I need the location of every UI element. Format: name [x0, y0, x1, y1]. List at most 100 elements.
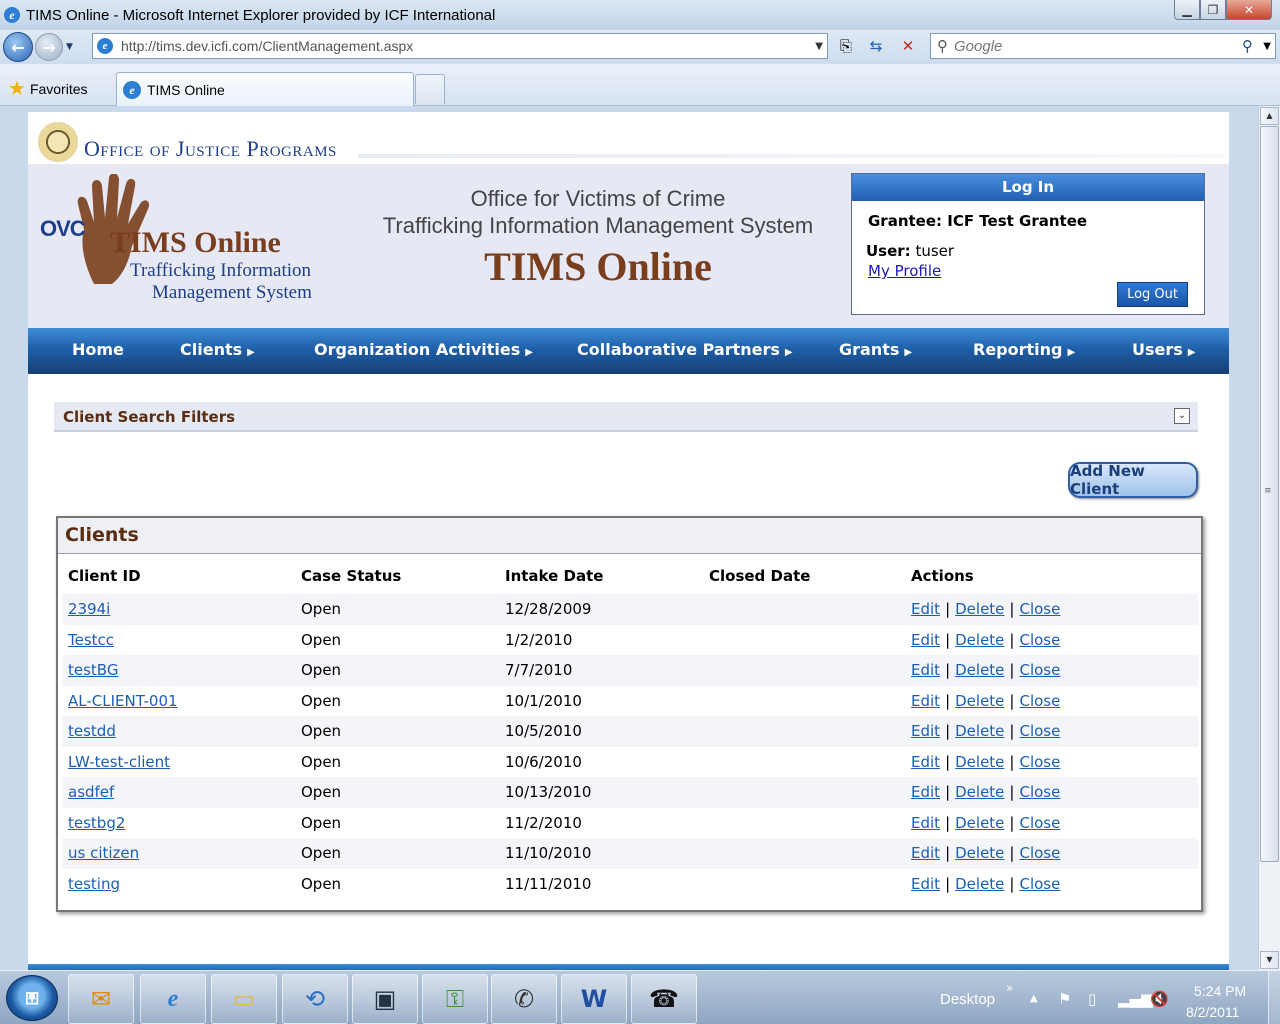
outlook-taskbar-icon[interactable]: ✉: [68, 974, 134, 1024]
history-dropdown-icon[interactable]: ▼: [66, 42, 73, 52]
client-id-link[interactable]: testBG: [68, 661, 118, 679]
edit-link[interactable]: Edit: [911, 844, 940, 862]
window-title: TIMS Online - Microsoft Internet Explore…: [26, 6, 496, 24]
edit-link[interactable]: Edit: [911, 722, 940, 740]
edit-link[interactable]: Edit: [911, 783, 940, 801]
menu-reporting[interactable]: Reporting ▶: [973, 340, 1075, 359]
word-taskbar-icon[interactable]: W: [561, 974, 627, 1024]
scroll-up-button[interactable]: ▲: [1260, 107, 1279, 125]
client-id-link[interactable]: LW-test-client: [68, 753, 170, 771]
my-profile-link[interactable]: My Profile: [868, 262, 941, 280]
show-desktop-button[interactable]: [1268, 971, 1280, 1024]
network-taskbar-icon[interactable]: ⚿: [422, 974, 488, 1024]
power-icon[interactable]: ▯: [1088, 990, 1096, 1008]
clock-date[interactable]: 8/2/2011: [1186, 1004, 1239, 1020]
edit-link[interactable]: Edit: [911, 753, 940, 771]
client-id-link[interactable]: 2394i: [68, 600, 110, 618]
delete-link[interactable]: Delete: [955, 661, 1004, 679]
clock-time[interactable]: 5:24 PM: [1194, 983, 1246, 999]
delete-link[interactable]: Delete: [955, 783, 1004, 801]
stop-icon[interactable]: ✕: [894, 33, 922, 59]
close-link[interactable]: Close: [1019, 661, 1060, 679]
menu-users[interactable]: Users ▶: [1132, 340, 1195, 359]
desktop-toolbar-label[interactable]: Desktop: [940, 991, 995, 1008]
case-status-cell: Open: [301, 874, 342, 893]
close-link[interactable]: Close: [1019, 844, 1060, 862]
file-explorer-taskbar-icon[interactable]: ▭: [211, 974, 277, 1024]
network-signal-icon[interactable]: ▂▄▆: [1118, 990, 1153, 1008]
edit-link[interactable]: Edit: [911, 600, 940, 618]
add-new-client-button[interactable]: Add New Client: [1068, 462, 1198, 498]
terminal-taskbar-icon[interactable]: ☎: [631, 974, 697, 1024]
actions-cell: Edit | Delete | Close: [905, 808, 1198, 839]
search-input[interactable]: [954, 37, 1214, 55]
action-center-flag-icon[interactable]: ⚑: [1058, 990, 1071, 1008]
close-link[interactable]: Close: [1019, 722, 1060, 740]
delete-link[interactable]: Delete: [955, 722, 1004, 740]
internet-explorer-taskbar-icon[interactable]: e: [140, 974, 206, 1024]
edit-link[interactable]: Edit: [911, 875, 940, 893]
close-link[interactable]: Close: [1019, 783, 1060, 801]
address-url[interactable]: http://tims.dev.icfi.com/ClientManagemen…: [121, 38, 413, 54]
search-icon[interactable]: ⚲: [1242, 37, 1253, 55]
close-link[interactable]: Close: [1019, 631, 1060, 649]
forward-button[interactable]: →: [35, 33, 63, 61]
delete-link[interactable]: Delete: [955, 844, 1004, 862]
address-bar[interactable]: e http://tims.dev.icfi.com/ClientManagem…: [92, 33, 828, 59]
client-id-link[interactable]: testbg2: [68, 814, 125, 832]
edit-link[interactable]: Edit: [911, 692, 940, 710]
volume-muted-icon[interactable]: 🔇: [1150, 990, 1169, 1008]
menu-home[interactable]: Home: [72, 340, 124, 359]
log-out-button[interactable]: Log Out: [1117, 282, 1188, 307]
client-id-link[interactable]: us citizen: [68, 844, 139, 862]
close-link[interactable]: Close: [1019, 692, 1060, 710]
delete-link[interactable]: Delete: [955, 692, 1004, 710]
close-link[interactable]: Close: [1019, 814, 1060, 832]
client-id-link[interactable]: AL-CLIENT-001: [68, 692, 178, 710]
favorites-button[interactable]: ★ Favorites: [8, 76, 88, 101]
menu-collaborative-partners[interactable]: Collaborative Partners ▶: [577, 340, 793, 359]
restore-button[interactable]: ❐: [1200, 0, 1226, 20]
delete-link[interactable]: Delete: [955, 814, 1004, 832]
client-id-link[interactable]: testing: [68, 875, 120, 893]
expand-chevron-icon[interactable]: ⌄: [1174, 408, 1190, 424]
delete-link[interactable]: Delete: [955, 875, 1004, 893]
menu-grants[interactable]: Grants ▶: [839, 340, 912, 359]
browser-tab[interactable]: e TIMS Online: [116, 72, 414, 106]
menu-organization-activities[interactable]: Organization Activities ▶: [314, 340, 533, 359]
close-window-button[interactable]: ✕: [1226, 0, 1272, 20]
scroll-down-button[interactable]: ▼: [1260, 951, 1279, 969]
start-button[interactable]: ⊞: [6, 975, 58, 1021]
windows-taskbar: ⊞ ✉ e ▭ ⟲ ▣ ⚿ ✆ W ☎ Desktop » ▲ ⚑ ▯ ▂▄▆ …: [0, 970, 1280, 1024]
search-dropdown-icon[interactable]: ▼: [1263, 41, 1271, 52]
remote-desktop-taskbar-icon[interactable]: ▣: [352, 974, 418, 1024]
client-id-link[interactable]: Testcc: [68, 631, 114, 649]
close-link[interactable]: Close: [1019, 753, 1060, 771]
communicator-taskbar-icon[interactable]: ⟲: [282, 974, 348, 1024]
toolbar-chevron-icon[interactable]: »: [1006, 981, 1013, 995]
delete-link[interactable]: Delete: [955, 631, 1004, 649]
phone-taskbar-icon[interactable]: ✆: [491, 974, 557, 1024]
back-button[interactable]: ←: [3, 32, 33, 62]
search-box[interactable]: ⚲ ⚲ ▼: [930, 33, 1276, 59]
compatibility-view-icon[interactable]: ⎘: [832, 33, 860, 59]
refresh-icon[interactable]: ⇆: [862, 33, 890, 59]
client-search-filters-panel[interactable]: Client Search Filters ⌄: [54, 402, 1198, 432]
menu-clients[interactable]: Clients ▶: [180, 340, 255, 359]
edit-link[interactable]: Edit: [911, 631, 940, 649]
delete-link[interactable]: Delete: [955, 600, 1004, 618]
client-id-cell: us citizen: [62, 838, 295, 869]
client-id-link[interactable]: asdfef: [68, 783, 114, 801]
client-id-link[interactable]: testdd: [68, 722, 116, 740]
vertical-scrollbar[interactable]: ▲ ≡ ▼: [1258, 106, 1280, 970]
intake-date-cell: 10/1/2010: [505, 691, 582, 710]
new-tab-button[interactable]: [415, 74, 445, 104]
address-dropdown-icon[interactable]: ▼: [815, 41, 823, 52]
edit-link[interactable]: Edit: [911, 661, 940, 679]
edit-link[interactable]: Edit: [911, 814, 940, 832]
close-link[interactable]: Close: [1019, 600, 1060, 618]
delete-link[interactable]: Delete: [955, 753, 1004, 771]
show-hidden-icons-icon[interactable]: ▲: [1030, 993, 1038, 1004]
minimize-button[interactable]: ▁: [1174, 0, 1200, 20]
close-link[interactable]: Close: [1019, 875, 1060, 893]
